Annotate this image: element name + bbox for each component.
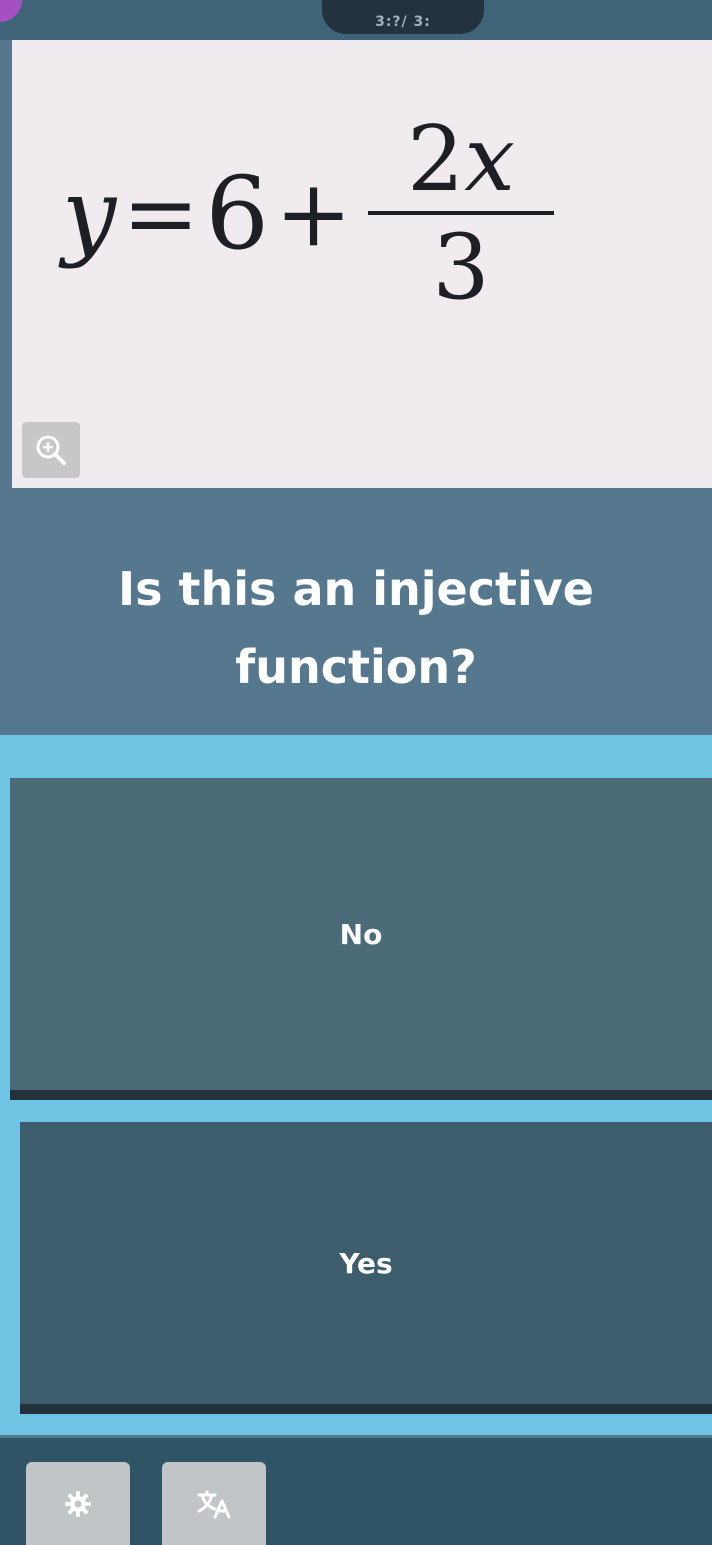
translate-icon (197, 1490, 231, 1518)
question-image-card: y = 6 + 2x 3 (12, 40, 712, 488)
question-line-1: Is this an injective (118, 562, 594, 616)
equation-plus: + (274, 160, 353, 267)
zoom-in-icon (36, 435, 66, 465)
status-text: 3:?/ 3: (375, 14, 431, 30)
settings-icon (65, 1490, 91, 1517)
equation-constant: 6 (205, 155, 269, 272)
status-pill: 3:?/ 3: (322, 0, 484, 34)
equation-fraction: 2x 3 (368, 115, 555, 320)
numerator-variable: x (464, 107, 516, 212)
answer-option-no[interactable]: No (10, 778, 712, 1100)
equation-equals: = (122, 160, 200, 267)
fraction-denominator: 3 (432, 215, 490, 320)
equation-lhs: y (62, 158, 117, 270)
translate-button[interactable] (162, 1462, 266, 1545)
numerator-coefficient: 2 (407, 107, 465, 212)
answer-label-yes: Yes (339, 1246, 393, 1280)
question-line-2: function? (235, 640, 477, 694)
settings-button[interactable] (26, 1462, 130, 1545)
zoom-button[interactable] (22, 422, 80, 478)
answer-label-no: No (339, 917, 383, 951)
answer-option-yes[interactable]: Yes (20, 1122, 712, 1414)
equation: y = 6 + 2x 3 (62, 115, 555, 320)
fraction-numerator: 2x (401, 115, 521, 211)
question-text: Is this an injective function? (0, 550, 712, 706)
